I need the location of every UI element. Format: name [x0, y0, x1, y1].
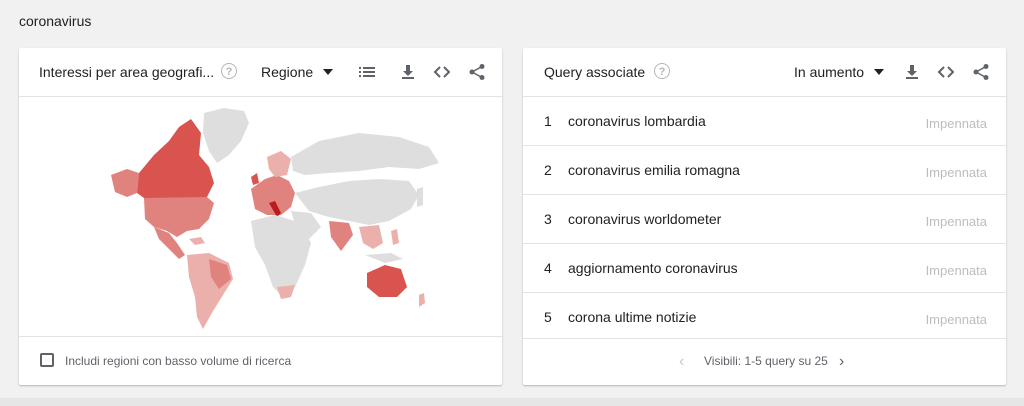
- rising-dropdown[interactable]: In aumento: [794, 64, 885, 80]
- list-icon[interactable]: [358, 63, 376, 81]
- map-region-japan: [417, 187, 423, 207]
- share-icon[interactable]: [972, 63, 990, 81]
- pager-text: Visibili: 1-5 query su 25: [704, 354, 828, 368]
- chevron-right-icon[interactable]: ›: [839, 354, 844, 370]
- embed-icon[interactable]: [937, 63, 955, 81]
- map-region-russia: [291, 133, 439, 175]
- query-row[interactable]: 5 corona ultime notizie Impennata: [523, 293, 1006, 341]
- map-region-philippines: [391, 229, 399, 245]
- queries-pager: ‹ Visibili: 1-5 query su 25 ›: [523, 338, 1006, 385]
- query-text[interactable]: coronavirus worldometer: [568, 211, 721, 227]
- map-region-usa: [144, 197, 214, 237]
- map-region-greenland: [203, 108, 249, 163]
- low-volume-checkbox[interactable]: [40, 353, 54, 367]
- query-rank: 1: [544, 113, 552, 129]
- world-map[interactable]: [19, 97, 502, 337]
- geo-interest-card: Interessi per area geografi... ? Regione: [19, 48, 502, 385]
- map-region-scandinavia: [267, 151, 291, 177]
- region-dropdown-label: Regione: [261, 64, 314, 80]
- search-term: coronavirus: [19, 13, 92, 29]
- query-row[interactable]: 1 coronavirus lombardia Impennata: [523, 97, 1006, 146]
- map-region-africa: [251, 215, 311, 297]
- map-region-caribbean: [189, 237, 205, 245]
- low-volume-checkbox-label: Includi regioni con basso volume di rice…: [65, 354, 292, 368]
- query-value: Impennata: [925, 312, 987, 327]
- query-text[interactable]: coronavirus emilia romagna: [568, 162, 740, 178]
- related-queries-card: Query associate ? In aumento 1 coronavir…: [523, 48, 1006, 385]
- map-region-india: [329, 221, 353, 251]
- query-value: Impennata: [925, 263, 987, 278]
- query-row[interactable]: 2 coronavirus emilia romagna Impennata: [523, 146, 1006, 195]
- chevron-left-icon[interactable]: ‹: [679, 354, 684, 370]
- queries-card-title: Query associate: [544, 64, 646, 80]
- query-rank: 3: [544, 211, 552, 227]
- query-row[interactable]: 3 coronavirus worldometer Impennata: [523, 195, 1006, 244]
- map-region-uk: [251, 173, 259, 185]
- queries-card-header: Query associate ? In aumento: [523, 48, 1006, 97]
- region-dropdown[interactable]: Regione: [261, 64, 334, 80]
- geo-card-header: Interessi per area geografi... ? Regione: [19, 48, 502, 97]
- query-rank: 2: [544, 162, 552, 178]
- query-value: Impennata: [925, 116, 987, 131]
- map-region-new-zealand: [419, 293, 425, 307]
- rising-dropdown-label: In aumento: [794, 64, 865, 80]
- caret-down-icon: [874, 69, 885, 76]
- map-region-indonesia: [365, 253, 403, 263]
- query-text[interactable]: corona ultime notizie: [568, 309, 696, 325]
- query-rank: 5: [544, 309, 552, 325]
- query-text[interactable]: aggiornamento coronavirus: [568, 260, 738, 276]
- map-region-alaska: [111, 169, 139, 197]
- share-icon[interactable]: [468, 63, 486, 81]
- query-text[interactable]: coronavirus lombardia: [568, 113, 706, 129]
- query-list: 1 coronavirus lombardia Impennata 2 coro…: [523, 97, 1006, 341]
- map-region-canada: [137, 119, 214, 201]
- download-icon[interactable]: [399, 63, 417, 81]
- query-row[interactable]: 4 aggiornamento coronavirus Impennata: [523, 244, 1006, 293]
- caret-down-icon: [323, 69, 334, 76]
- map-region-se-asia: [359, 225, 383, 249]
- help-icon[interactable]: ?: [221, 63, 237, 79]
- map-region-south-africa: [277, 285, 295, 299]
- query-rank: 4: [544, 260, 552, 276]
- query-value: Impennata: [925, 214, 987, 229]
- bottom-bar: [0, 398, 1024, 406]
- help-icon[interactable]: ?: [654, 63, 670, 79]
- embed-icon[interactable]: [433, 63, 451, 81]
- geo-card-title: Interessi per area geografi...: [39, 64, 215, 80]
- map-region-australia: [367, 265, 407, 297]
- download-icon[interactable]: [903, 63, 921, 81]
- query-value: Impennata: [925, 165, 987, 180]
- geo-card-footer: Includi regioni con basso volume di rice…: [19, 336, 502, 385]
